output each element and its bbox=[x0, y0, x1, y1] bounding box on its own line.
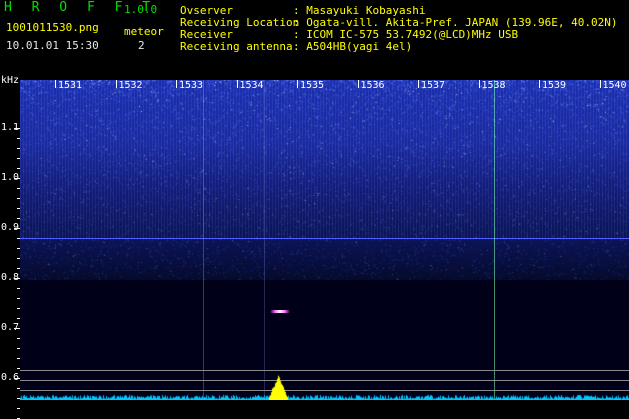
meteor-label: meteor bbox=[124, 25, 164, 38]
time-tick-label: 1533 bbox=[179, 80, 204, 91]
y-axis-unit: kHz bbox=[1, 75, 20, 86]
meteor-count: 2 bbox=[138, 39, 145, 52]
freq-minor-tick bbox=[17, 198, 20, 199]
time-tick-mark bbox=[115, 80, 117, 88]
freq-tick-mark bbox=[14, 228, 20, 229]
vertical-marker-1538 bbox=[494, 80, 495, 400]
freq-minor-tick bbox=[17, 188, 20, 189]
freq-tick-mark bbox=[14, 328, 20, 329]
header-panel: H R O F F T 1.0.0 1001011530.png meteor … bbox=[0, 0, 629, 78]
freq-minor-tick bbox=[17, 358, 20, 359]
time-tick-label: 1539 bbox=[542, 80, 567, 91]
freq-minor-tick bbox=[17, 238, 20, 239]
freq-minor-tick bbox=[17, 288, 20, 289]
vertical-marker-1534 bbox=[264, 80, 265, 400]
time-tick-label: 1538 bbox=[481, 80, 506, 91]
time-tick-mark bbox=[297, 80, 298, 88]
freq-minor-tick bbox=[17, 218, 20, 219]
file-datetime: 10.01.01 15:30 bbox=[6, 39, 99, 52]
noise-speckle bbox=[20, 80, 629, 280]
time-tick-label: 1532 bbox=[118, 80, 143, 91]
freq-minor-tick bbox=[17, 338, 20, 339]
freq-tick-mark bbox=[14, 278, 20, 279]
info-value-antenna: : A504HB(yagi 4el) bbox=[293, 40, 413, 53]
time-tick-mark bbox=[236, 80, 238, 88]
meteor-echo bbox=[270, 310, 290, 313]
spectrogram-plot: 1531 1532 1533 1534 1535 1536 1537 1538 1539 1540 bbox=[20, 80, 629, 400]
freq-minor-tick bbox=[17, 208, 20, 209]
freq-tick-mark bbox=[14, 178, 20, 179]
freq-minor-tick bbox=[17, 168, 20, 169]
app-version: 1.0.0 bbox=[124, 3, 158, 16]
time-tick-mark bbox=[599, 80, 601, 88]
freq-minor-tick bbox=[17, 308, 20, 309]
time-tick-mark bbox=[357, 80, 359, 88]
time-tick-label: 1540 bbox=[602, 80, 627, 91]
carrier-line bbox=[20, 238, 629, 239]
time-tick-label: 1531 bbox=[58, 80, 83, 91]
freq-minor-tick bbox=[17, 138, 20, 139]
time-tick-label: 1535 bbox=[300, 80, 325, 91]
freq-minor-tick bbox=[17, 348, 20, 349]
freq-minor-tick bbox=[17, 408, 20, 409]
freq-minor-tick bbox=[17, 318, 20, 319]
freq-minor-tick bbox=[17, 148, 20, 149]
time-tick-mark bbox=[55, 80, 56, 88]
file-name: 1001011530.png bbox=[6, 21, 99, 34]
spectrum-trace bbox=[20, 362, 629, 400]
vertical-marker-1533 bbox=[203, 80, 204, 400]
time-tick-mark bbox=[478, 80, 480, 88]
freq-minor-tick bbox=[17, 248, 20, 249]
freq-minor-tick bbox=[17, 268, 20, 269]
time-tick-mark bbox=[176, 80, 177, 88]
info-key-antenna: Receiving antenna bbox=[180, 40, 293, 53]
time-tick-mark bbox=[418, 80, 419, 88]
freq-minor-tick bbox=[17, 258, 20, 259]
time-tick-label: 1534 bbox=[239, 80, 264, 91]
time-tick-mark bbox=[539, 80, 540, 88]
freq-minor-tick bbox=[17, 298, 20, 299]
freq-minor-tick bbox=[17, 158, 20, 159]
time-tick-label: 1537 bbox=[421, 80, 446, 91]
time-tick-label: 1536 bbox=[360, 80, 385, 91]
freq-tick-mark bbox=[14, 128, 20, 129]
